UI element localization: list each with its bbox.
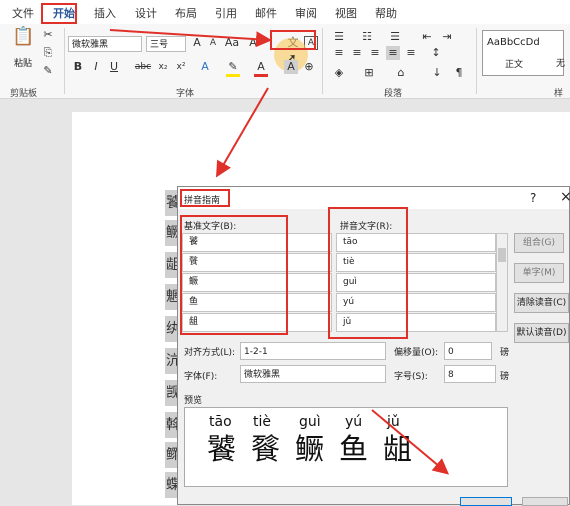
annotation-arrows xyxy=(109,29,450,475)
arrow-to-phonetic-button xyxy=(109,29,272,48)
arrow-to-dialog xyxy=(215,87,269,178)
arrow-to-preview xyxy=(371,409,450,475)
